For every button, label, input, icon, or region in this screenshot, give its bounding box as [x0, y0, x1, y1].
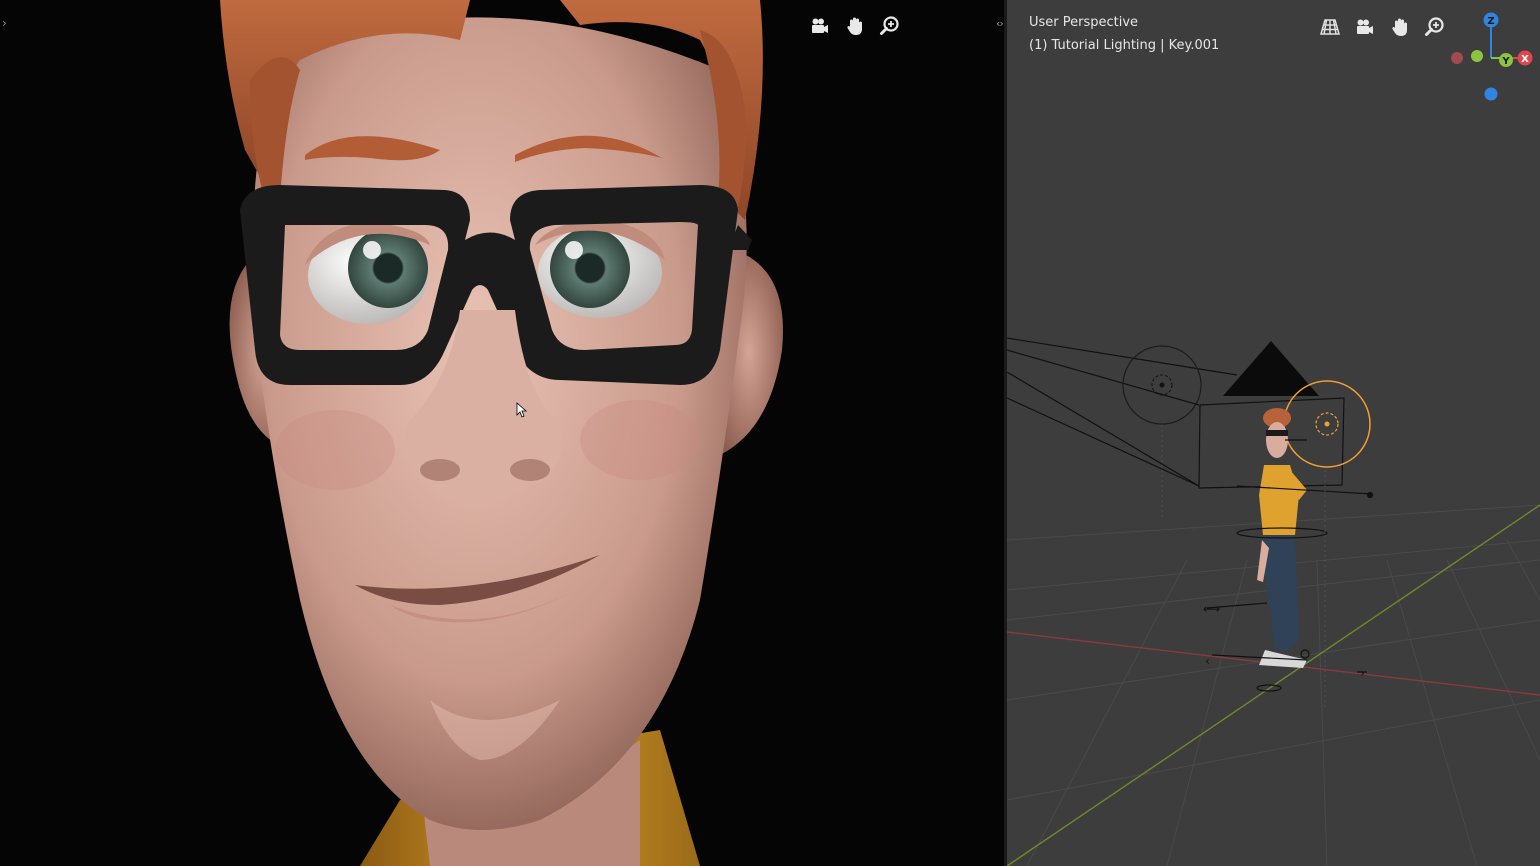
right-viewport-navigation: [1315, 12, 1450, 42]
camera-view-icon: [1357, 19, 1373, 34]
gizmo-z-label: Z: [1487, 16, 1494, 27]
character-render: [220, 0, 784, 866]
left-viewport-navigation: [805, 11, 905, 41]
gizmo-neg-y-dot[interactable]: [1471, 50, 1483, 62]
gizmo-y-label: Y: [1501, 56, 1510, 67]
pan-view-button[interactable]: [1385, 12, 1415, 42]
pan-view-button[interactable]: [840, 11, 870, 41]
gizmo-neg-z-dot[interactable]: [1484, 87, 1498, 101]
zoom-icon: [880, 16, 899, 35]
svg-text:‹: ‹: [1205, 654, 1210, 668]
svg-text:⟷: ⟷: [1203, 602, 1220, 616]
perspective-grid-icon: [1320, 19, 1340, 35]
camera-view-icon: [812, 18, 828, 33]
scene-3d-view: ‹ › ⟷: [1007, 337, 1540, 866]
svg-text:›: ›: [1360, 666, 1365, 680]
active-collection-label: (1) Tutorial Lighting | Key.001: [1029, 38, 1220, 53]
zoom-view-button[interactable]: [875, 11, 905, 41]
hand-pan-icon: [847, 17, 862, 35]
gizmo-x-label: X: [1521, 54, 1529, 65]
camera-view-button[interactable]: [1350, 12, 1380, 42]
view-name-label: User Perspective: [1029, 15, 1139, 30]
mouse-cursor-icon: [516, 402, 528, 418]
camera-view-button[interactable]: [805, 11, 835, 41]
area-split-arrows-icon[interactable]: ‹›: [996, 17, 1004, 30]
region-expand-arrow-icon[interactable]: ›: [2, 16, 7, 30]
3d-viewport[interactable]: ‹ › ⟷ User Perspective (1) Tutorial Ligh…: [1007, 0, 1540, 866]
render-viewport[interactable]: ›: [0, 0, 1004, 866]
toggle-perspective-button[interactable]: [1315, 12, 1345, 42]
viewport-info-overlay: User Perspective (1) Tutorial Lighting |…: [1029, 11, 1219, 57]
zoom-icon: [1425, 17, 1444, 36]
gizmo-neg-x-dot[interactable]: [1451, 52, 1463, 64]
navigation-gizmo[interactable]: Y X Z: [1444, 8, 1540, 104]
hand-pan-icon: [1392, 18, 1407, 36]
